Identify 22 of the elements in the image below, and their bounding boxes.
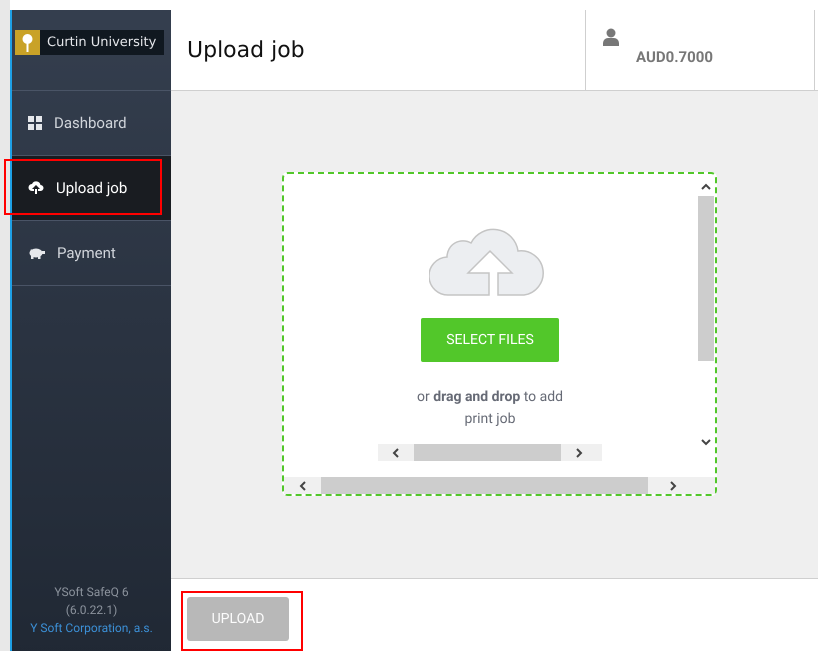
crest-icon (15, 30, 40, 55)
balance-text: AUD0.7000 (636, 46, 714, 68)
inner-horizontal-scrollbar[interactable] (378, 444, 602, 462)
nav-item[interactable]: Upload job (12, 156, 171, 221)
drop-hint: or drag and drop to add print job (416, 388, 564, 430)
chevron-up-icon[interactable] (700, 182, 710, 192)
drop-zone[interactable]: SELECT FILES or drag and drop to add print job (282, 172, 717, 496)
horizontal-scrollbar[interactable] (284, 477, 715, 494)
version-text: (6.0.22.1) (66, 602, 118, 619)
piggy-bank-icon (28, 246, 45, 260)
company-link[interactable]: Y Soft Corporation, a.s. (30, 619, 153, 637)
chevron-down-icon[interactable] (700, 437, 710, 448)
chevron-left-icon[interactable] (391, 448, 401, 458)
chevron-left-icon[interactable] (298, 480, 308, 491)
logo-text: Curtin University (47, 34, 156, 52)
chevron-right-icon[interactable] (574, 448, 584, 458)
product-name: YSoft SafeQ 6 (54, 584, 129, 601)
user-icon (602, 28, 620, 46)
chevron-right-icon[interactable] (668, 480, 678, 491)
grid-icon (28, 116, 42, 130)
page-title: Upload job (187, 38, 305, 63)
cloud-upload-icon (28, 181, 44, 195)
